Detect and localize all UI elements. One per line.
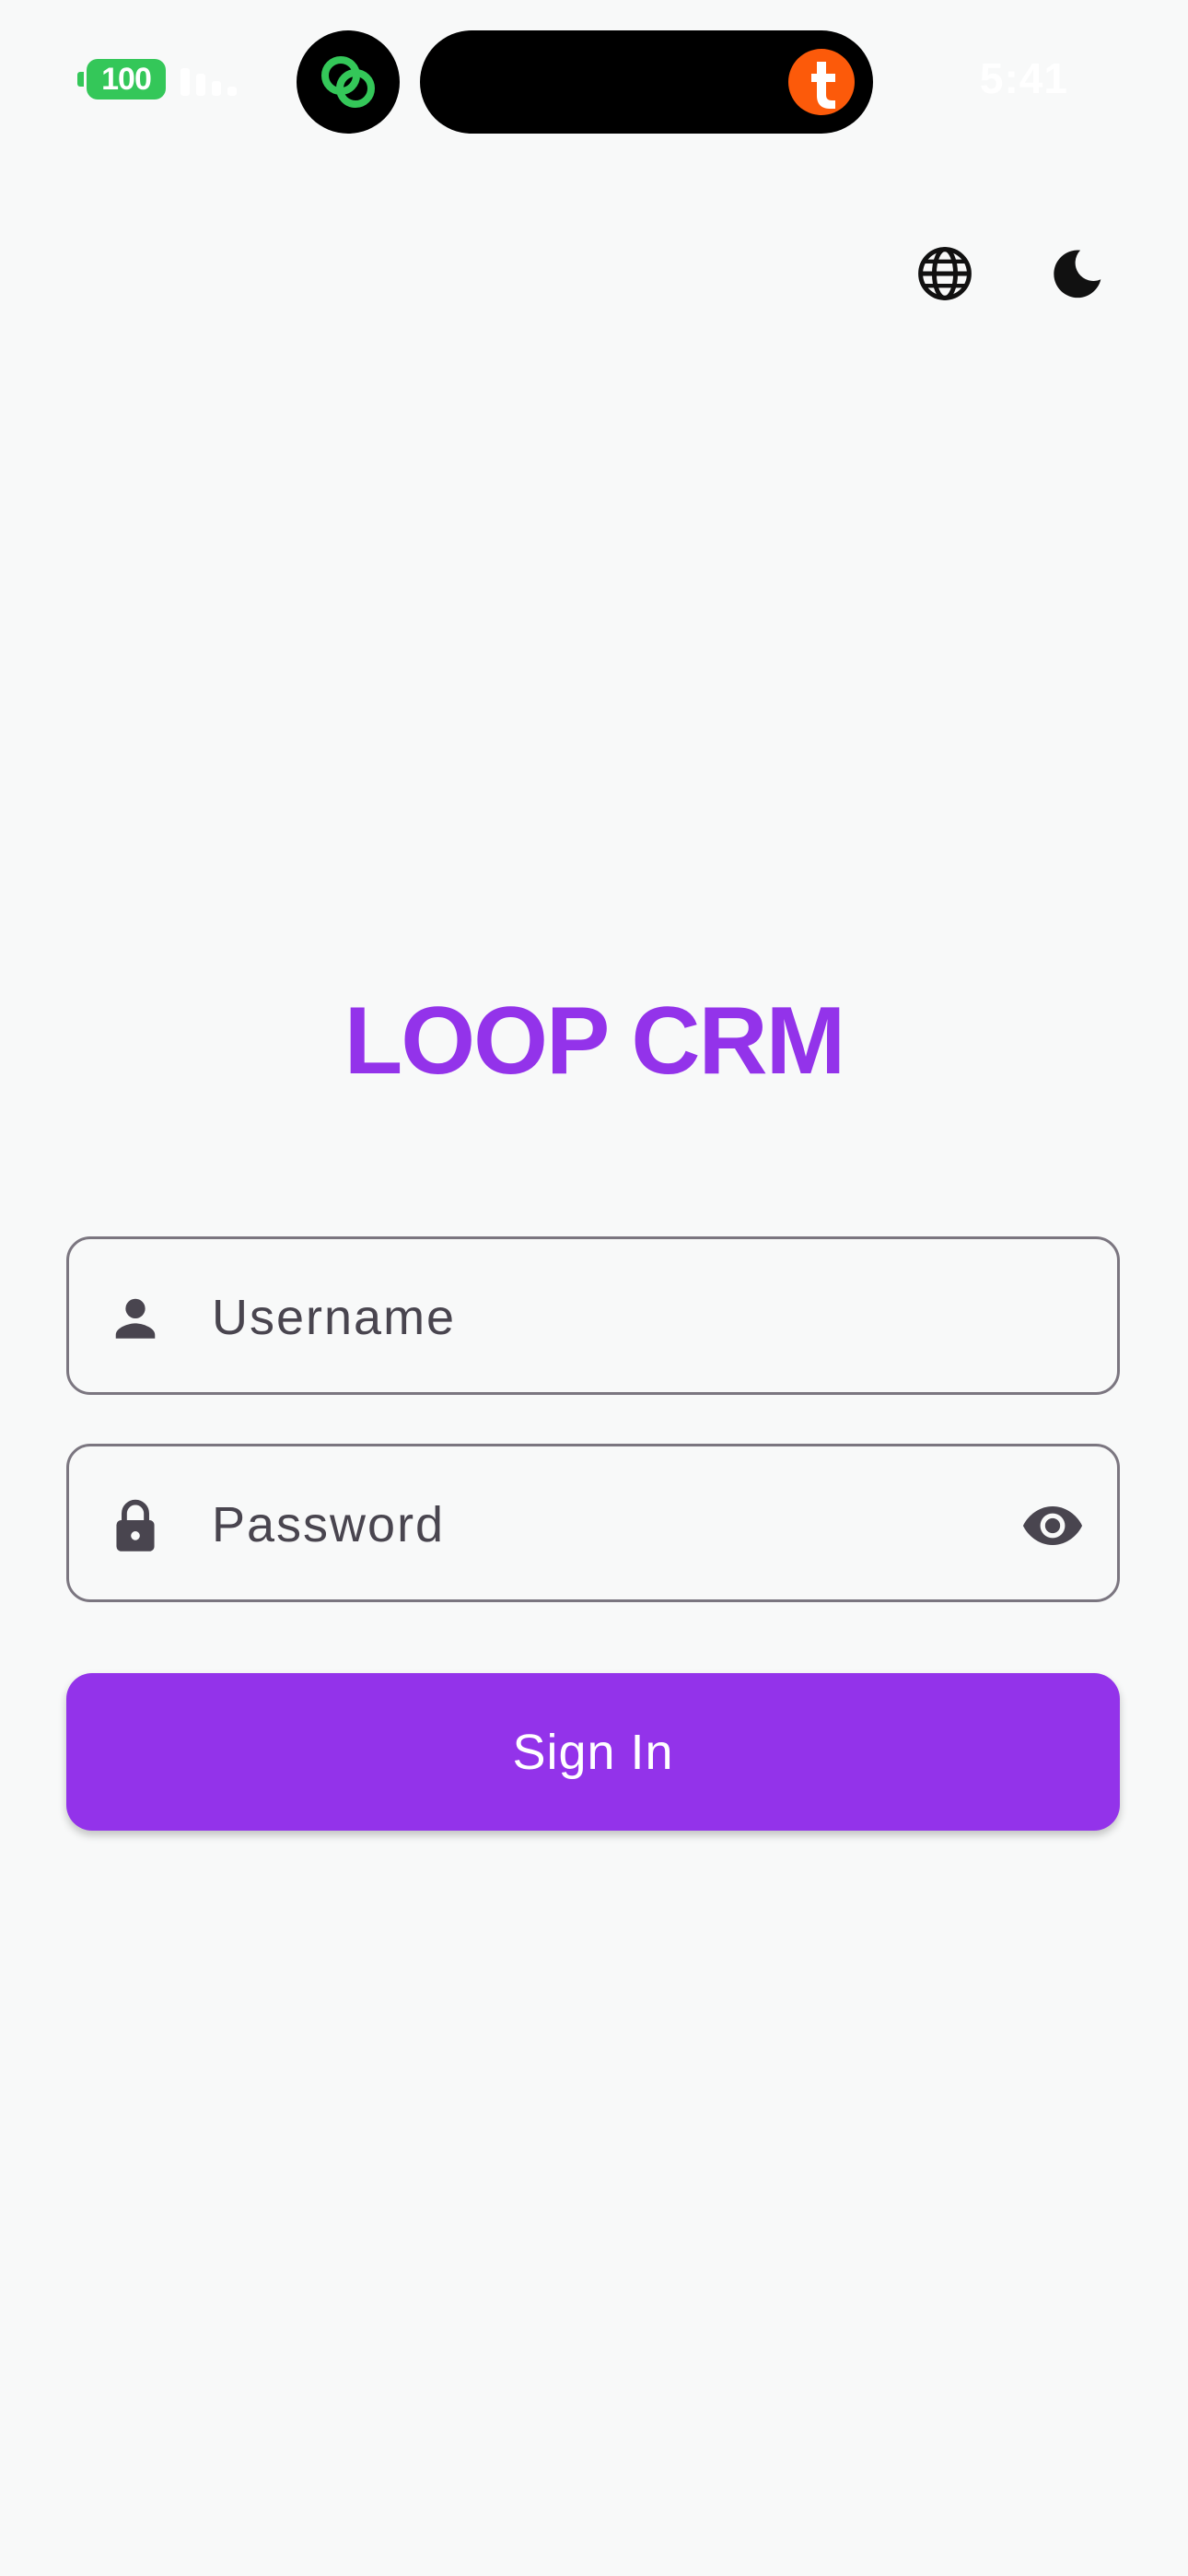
password-input[interactable]	[212, 1483, 967, 1566]
dynamic-island[interactable]	[420, 30, 873, 134]
username-field[interactable]	[66, 1236, 1120, 1395]
language-button[interactable]	[903, 232, 986, 315]
sign-in-button[interactable]: Sign In	[66, 1673, 1120, 1831]
login-screen: 100 5:41 LOOP CRM Username Sign In	[0, 0, 1188, 2576]
link-rings-icon	[321, 56, 375, 108]
person-icon	[106, 1289, 165, 1348]
battery-indicator: 100	[77, 59, 166, 100]
status-bar: 100 5:41	[0, 0, 1188, 138]
username-input[interactable]	[212, 1276, 967, 1359]
status-time: 5:41	[979, 54, 1068, 102]
password-field[interactable]	[66, 1444, 1120, 1602]
notification-app-icon	[788, 49, 855, 115]
letter-t-icon	[811, 62, 835, 109]
password-visibility-toggle[interactable]	[1016, 1489, 1089, 1563]
eye-icon	[1022, 1506, 1083, 1545]
link-app-bubble[interactable]	[297, 30, 400, 134]
globe-icon	[918, 247, 972, 300]
lock-icon	[106, 1496, 165, 1555]
battery-level: 100	[87, 59, 166, 100]
moon-icon	[1054, 250, 1101, 299]
theme-toggle-button[interactable]	[1036, 232, 1119, 315]
app-title: LOOP CRM	[344, 988, 846, 1095]
cellular-signal-icon	[181, 68, 237, 96]
battery-tip	[77, 72, 84, 87]
